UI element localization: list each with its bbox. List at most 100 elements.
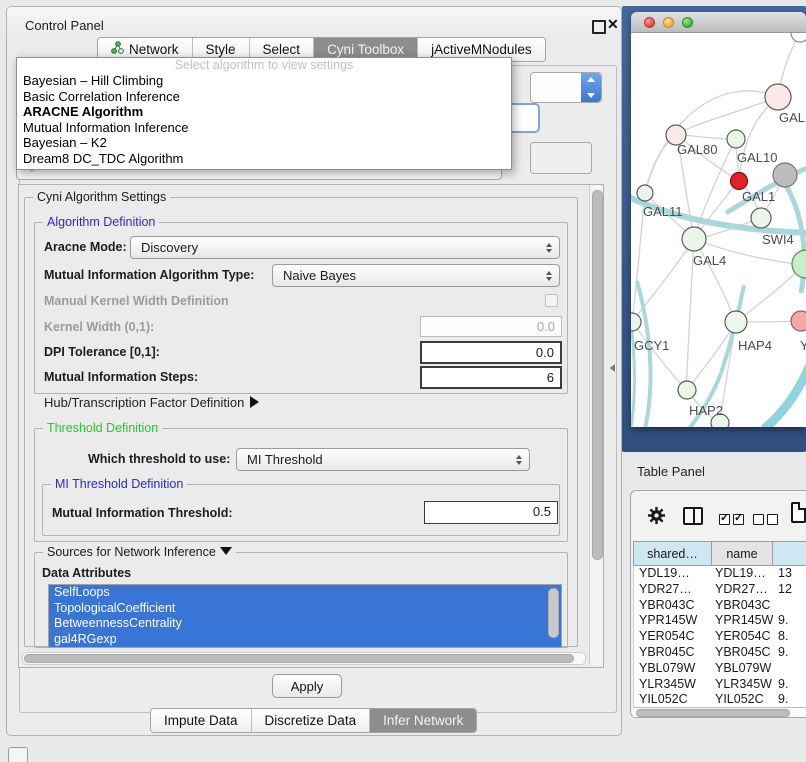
combo-stepper-icon [546,271,552,281]
list-item[interactable]: TopologicalCoefficient [49,601,561,617]
mi-steps-label: Mutual Information Steps: [44,370,198,384]
table-horizontal-scrollbar[interactable] [633,707,806,717]
vertical-scroll-thumb[interactable] [592,190,603,560]
desktop: Control Panel ✕ Network Style Select Cyn… [0,0,806,762]
network-window-titlebar[interactable] [631,12,806,33]
column-header-3[interactable] [772,541,806,566]
gear-icon[interactable] [647,506,666,530]
dropdown-item[interactable]: Mutual Information Inference [17,120,511,136]
hub-definition-expander[interactable]: Hub/Transcription Factor Definition [44,395,259,410]
node-red[interactable] [731,173,748,190]
data-attributes-label: Data Attributes [42,566,131,580]
apply-button[interactable]: Apply [272,674,342,698]
table-row[interactable]: YDL19… YDL19… 13 [634,566,806,582]
zoom-light-icon[interactable] [682,17,693,28]
node-gal1[interactable] [751,208,771,228]
bottom-tabs: Impute Data Discretize Data Infer Networ… [150,708,477,733]
network-window: GAL GAL80 GAL10 GAL1 GAL11 GAL4 SWI4 GCY… [631,12,806,427]
tab-infer-network[interactable]: Infer Network [369,709,476,732]
dropdown-item[interactable]: Basic Correlation Inference [17,89,511,105]
node-label: GAL10 [737,150,777,165]
list-item[interactable]: gal4RGexp [49,632,561,648]
node-gal4[interactable] [682,227,706,251]
secondary-combo[interactable] [530,142,592,174]
tab-impute-data[interactable]: Impute Data [151,709,251,732]
dropdown-item-highlighted[interactable]: ARACNE Algorithm [17,104,511,120]
node-hap4[interactable] [725,311,747,333]
dropdown-item[interactable]: Dream8 DC_TDC Algorithm [17,151,511,167]
table-row[interactable]: YBL079W YBL079W [634,661,806,677]
node-label: Y [800,338,806,353]
mi-steps-field[interactable]: 6 [420,366,562,389]
dpi-tolerance-field[interactable]: 0.0 [420,341,562,364]
table-row[interactable]: YBR043C YBR043C [634,598,806,614]
node-gray[interactable] [773,163,797,187]
dpi-tolerance-label: DPI Tolerance [0,1]: [44,345,160,359]
mi-threshold-field[interactable]: 0.5 [424,501,558,524]
horizontal-scrollbar[interactable] [22,652,586,665]
table-row[interactable]: YDR27… YDR27… 12 [634,582,806,598]
combo-stepper-icon [546,243,552,253]
node[interactable] [791,33,806,42]
close-light-icon[interactable] [644,17,655,28]
which-threshold-label: Which threshold to use: [88,452,230,466]
dropdown-item[interactable]: Bayesian – Hill Climbing [17,73,511,89]
node-label: GCY1 [634,338,669,353]
new-table-icon[interactable] [791,502,806,523]
mi-threshold-label: Mutual Information Threshold: [52,506,233,520]
table-body: YDL19… YDL19… 13 YDR27… YDR27… 12 YBR043… [633,566,806,707]
network-canvas[interactable]: GAL GAL80 GAL10 GAL1 GAL11 GAL4 SWI4 GCY… [631,33,806,427]
select-all-icon[interactable]: ✓✓ [719,511,747,529]
node-hap2[interactable] [678,381,696,399]
node-gal10[interactable] [727,130,745,148]
combo-stepper-icon[interactable] [581,73,601,102]
dropdown-item[interactable]: Bayesian – K2 [17,135,511,151]
horizontal-scroll-thumb[interactable] [24,654,574,663]
node-gcy1[interactable] [631,313,641,331]
network-selector-combo[interactable] [530,72,602,103]
list-item[interactable]: SelfLoops [49,585,561,601]
node-label: HAP4 [738,338,772,353]
panel-collapse-arrow[interactable] [610,364,615,372]
table-panel-title: Table Panel [637,464,705,479]
sources-expander[interactable]: Sources for Network Inference [43,545,236,559]
data-attributes-list: SelfLoops TopologicalCoefficient Between… [48,584,562,648]
minimize-light-icon[interactable] [663,17,674,28]
deselect-all-icon[interactable] [753,511,781,529]
list-item[interactable]: BetweennessCentrality [49,616,561,632]
manual-kernel-checkbox[interactable] [545,294,558,307]
which-threshold-value: MI Threshold [247,452,323,467]
aracne-mode-combo[interactable]: Discovery [130,236,560,259]
table-row[interactable]: YER054C YER054C 8. [634,629,806,645]
column-header-shared[interactable]: shared… [633,541,712,566]
node-gal[interactable] [765,84,791,110]
node-label: GAL11 [643,204,683,219]
manual-kernel-label: Manual Kernel Width Definition [44,294,229,308]
float-window-icon[interactable] [592,20,606,34]
aracne-mode-label: Aracne Mode: [44,240,127,254]
tab-discretize-data[interactable]: Discretize Data [251,709,370,732]
sources-title: Sources for Network Inference [47,545,216,559]
node-y[interactable] [791,311,806,331]
table-row[interactable]: YBR045C YBR045C 9. [634,645,806,661]
vertical-scrollbar[interactable] [589,185,603,665]
table-scroll-thumb[interactable] [636,709,790,717]
aracne-mode-value: Discovery [141,240,198,255]
table-row[interactable]: YPR145W YPR145W 9. [634,613,806,629]
mi-algorithm-type-value: Naive Bayes [283,268,356,283]
column-header-name[interactable]: name [711,541,773,566]
expander-arrow-icon [250,396,259,408]
kernel-width-field[interactable]: 0.0 [420,316,562,337]
split-columns-icon[interactable] [683,507,703,525]
mi-algorithm-type-combo[interactable]: Naive Bayes [272,264,560,287]
node-label: GAL4 [693,253,726,268]
minimized-panel-chip[interactable] [8,747,28,762]
panel-title: Control Panel [25,18,104,33]
node-gal11[interactable] [637,185,653,201]
list-scroll-thumb[interactable] [548,588,559,638]
table-row[interactable]: YIL052C YIL052C 9. [634,692,806,708]
close-icon[interactable]: ✕ [607,16,619,33]
table-row[interactable]: YLR345W YLR345W 9. [634,677,806,693]
table-panel: ✓✓ shared… name YDL19… YDL19… 13 YDR27… … [630,490,806,718]
which-threshold-combo[interactable]: MI Threshold [236,448,530,471]
